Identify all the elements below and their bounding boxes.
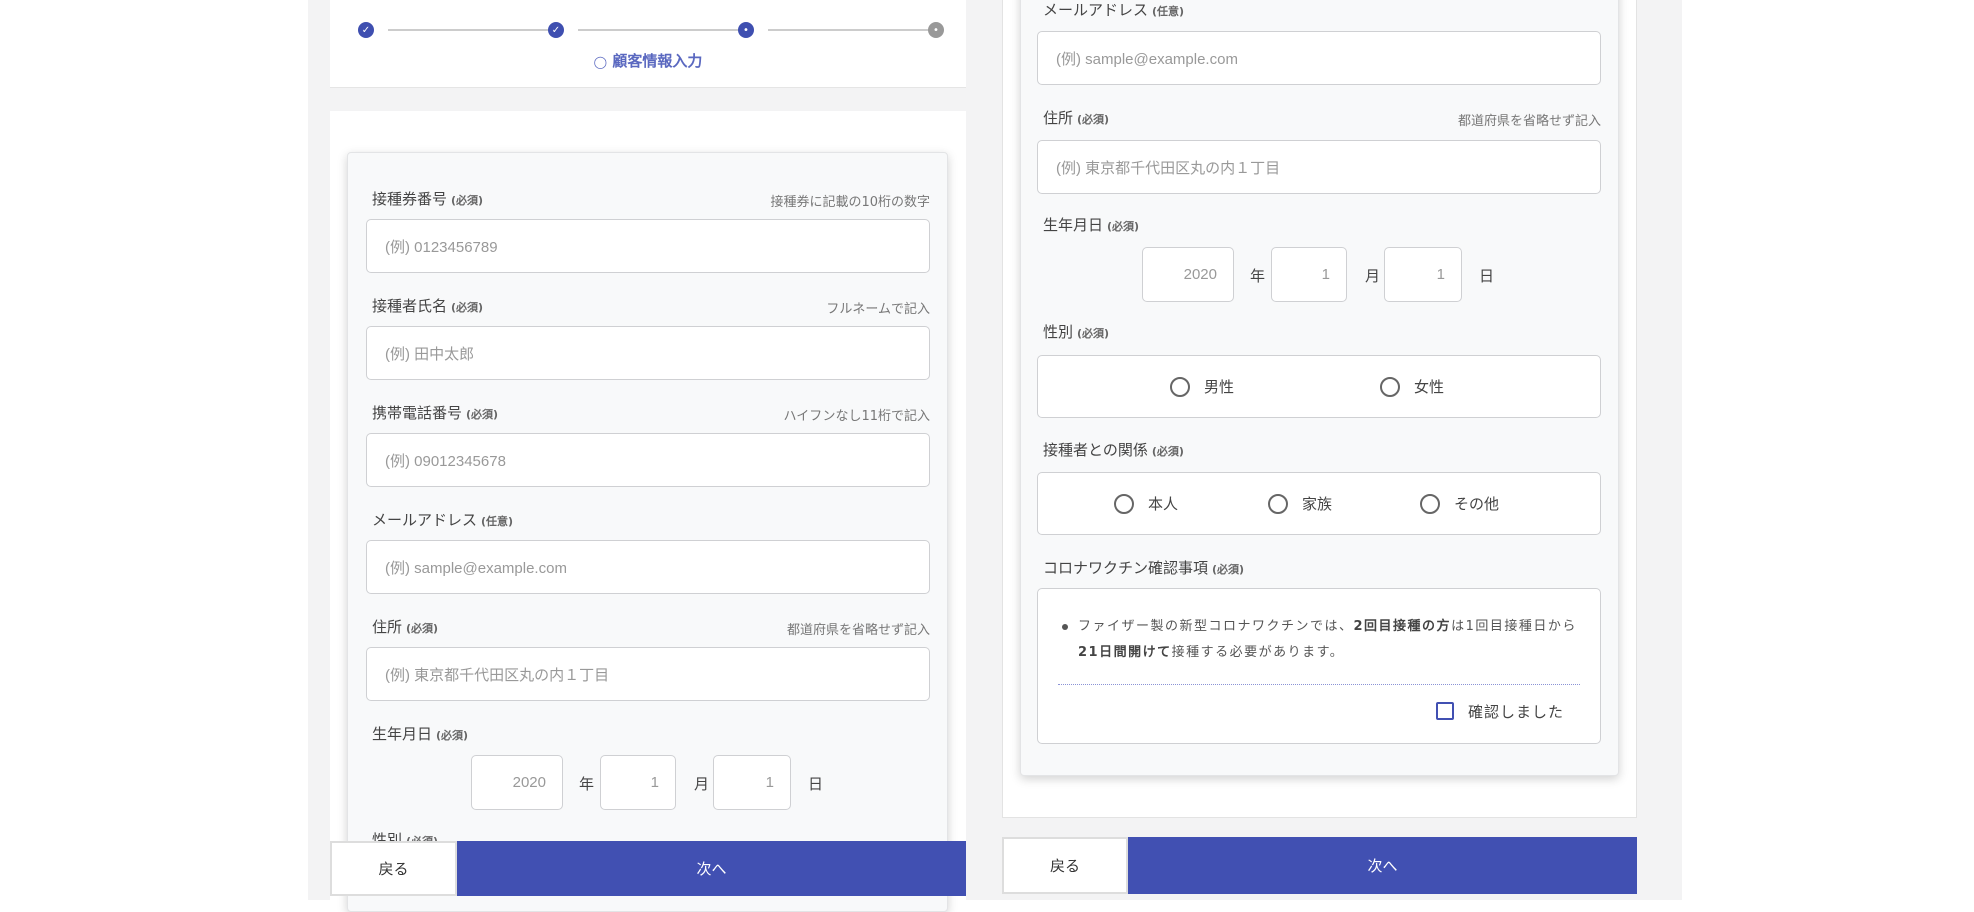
step-pending-icon: • [928,22,944,38]
step-connector [388,29,550,31]
birth-day-input[interactable]: 1 [1384,247,1462,302]
field-hint: 都道府県を省略せず記入 [786,623,930,638]
step-label: 顧客情報入力 [612,52,703,70]
field-label: メールアドレス (任意) [1043,1,1185,19]
field-label: 住所 (必須) [1043,109,1110,127]
gender-radio-group [1037,355,1601,418]
birth-year-input[interactable]: 2020 [1142,247,1234,302]
birth-year-input[interactable]: 2020 [471,755,563,810]
field-label: 接種者氏名 (必須) [372,297,484,315]
field-hint: ハイフンなし11桁で記入 [783,409,930,424]
birth-day-input[interactable]: 1 [713,755,791,810]
back-button[interactable]: 戻る [1002,837,1128,894]
day-unit: 日 [1479,267,1495,285]
field-hint: フルネームで記入 [826,302,930,317]
step-done-icon: ✓ [548,22,564,38]
current-step: ◯ 顧客情報入力 [330,50,966,71]
radio-self[interactable]: 本人 [1114,493,1178,514]
radio-icon [1114,493,1134,514]
field-hint: 接種券に記載の10桁の数字 [770,195,930,210]
step-connector [768,29,930,31]
radio-icon [1170,376,1190,397]
radio-female[interactable]: 女性 [1380,376,1444,397]
step-connector [578,29,740,31]
birth-month-input[interactable]: 1 [1271,247,1347,302]
stepper: ✓ ✓ • • [330,0,966,88]
user-icon: ◯ [593,55,608,69]
birth-month-input[interactable]: 1 [600,755,676,810]
birth-label: 生年月日 (必須) [372,725,469,743]
field-input[interactable]: (例) 田中太郎 [366,326,930,380]
year-unit: 年 [579,775,595,793]
step-current-icon: • [738,22,754,38]
relation-label: 接種者との関係 (必須) [1043,441,1184,459]
next-button[interactable]: 次へ [457,841,966,896]
field-hint: 都道府県を省略せず記入 [1457,114,1601,129]
gender-label: 性別(必須) [1043,323,1110,341]
month-unit: 月 [1365,267,1381,285]
confirm-label: 確認しました [1468,703,1565,721]
bullet [1062,624,1068,630]
radio-family[interactable]: 家族 [1268,493,1332,514]
field-label: メールアドレス (任意) [372,511,514,529]
field-label: 住所 (必須) [372,618,439,636]
birth-label: 生年月日 (必須) [1043,216,1140,234]
field-input[interactable]: (例) sample@example.com [366,540,930,594]
field-input[interactable]: (例) 東京都千代田区丸の内１丁目 [366,647,930,701]
vaccine-label: コロナワクチン確認事項 (必須) [1043,559,1245,577]
radio-icon [1420,493,1440,514]
month-unit: 月 [694,775,710,793]
divider [1058,684,1580,685]
field-input[interactable]: (例) sample@example.com [1037,31,1601,85]
radio-male[interactable]: 男性 [1170,376,1234,397]
field-label: 接種券番号 (必須) [372,190,484,208]
radio-other[interactable]: その他 [1420,493,1499,514]
year-unit: 年 [1250,267,1266,285]
field-label: 携帯電話番号 (必須) [372,404,499,422]
next-button[interactable]: 次へ [1128,837,1637,894]
confirm-checkbox[interactable] [1436,702,1454,720]
field-input[interactable]: (例) 09012345678 [366,433,930,487]
radio-icon [1268,493,1288,514]
radio-icon [1380,376,1400,397]
field-input[interactable]: (例) 東京都千代田区丸の内１丁目 [1037,140,1601,194]
back-button[interactable]: 戻る [330,841,457,896]
vaccine-notice-text: ファイザー製の新型コロナワクチンでは、2回目接種の方は1回目接種日から21日間開… [1078,619,1577,660]
day-unit: 日 [808,775,824,793]
field-input[interactable]: (例) 0123456789 [366,219,930,273]
step-done-icon: ✓ [358,22,374,38]
